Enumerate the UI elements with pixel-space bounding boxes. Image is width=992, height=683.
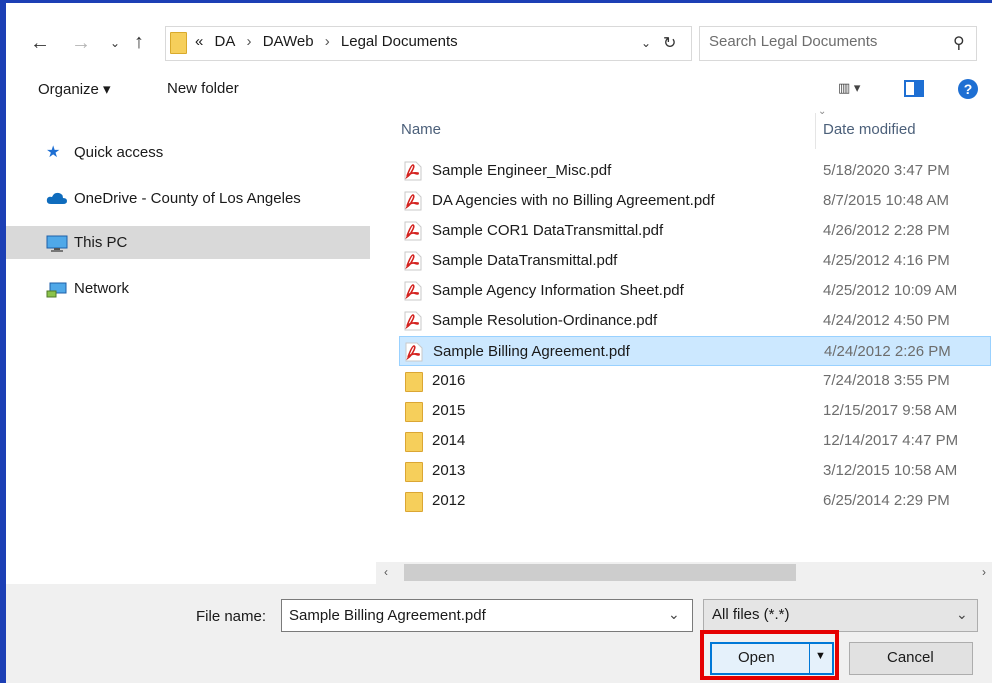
folder-icon <box>170 32 187 54</box>
file-name-cell: 2012 <box>432 492 466 509</box>
refresh-icon[interactable]: ↻ <box>663 33 676 53</box>
file-name-cell: 2013 <box>432 462 466 479</box>
help-icon[interactable]: ? <box>958 79 978 99</box>
folder-row[interactable]: 2015 12/15/2017 9:58 AM <box>399 396 991 426</box>
file-row[interactable]: Sample Agency Information Sheet.pdf 4/25/… <box>399 276 991 306</box>
star-icon: ★ <box>46 144 61 161</box>
network-icon <box>46 281 67 298</box>
date-modified-cell: 7/24/2018 3:55 PM <box>823 372 950 389</box>
file-type-dropdown-chevron-icon[interactable]: ⌄ <box>956 606 968 623</box>
cloud-icon <box>46 191 67 207</box>
date-modified-cell: 12/14/2017 4:47 PM <box>823 432 959 449</box>
up-arrow-icon[interactable]: ↑ <box>134 32 144 52</box>
date-modified-cell: 4/24/2012 2:26 PM <box>824 343 951 360</box>
nav-item-label: This PC <box>74 234 128 251</box>
folder-icon <box>405 402 423 422</box>
preview-pane-icon[interactable] <box>904 80 924 97</box>
pdf-file-icon <box>404 251 422 271</box>
file-name-cell: 2015 <box>432 402 466 419</box>
file-row[interactable]: Sample Billing Agreement.pdf 4/24/2012 2:… <box>399 336 991 366</box>
organize-button[interactable]: Organize ▾ <box>38 80 111 98</box>
breadcrumb-da[interactable]: DA <box>215 33 236 50</box>
nav-item-network[interactable]: Network <box>6 272 370 305</box>
file-row[interactable]: Sample Resolution-Ordinance.pdf 4/24/2012… <box>399 306 991 336</box>
date-modified-cell: 8/7/2015 10:48 AM <box>823 192 949 209</box>
file-name-cell: Sample Engineer_Misc.pdf <box>432 162 612 179</box>
address-dropdown-chevron-icon[interactable]: ⌄ <box>641 36 651 50</box>
pdf-file-icon <box>404 191 422 211</box>
file-name-cell: Sample Agency Information Sheet.pdf <box>432 282 684 299</box>
date-modified-cell: 6/25/2014 2:29 PM <box>823 492 950 509</box>
new-folder-button[interactable]: New folder <box>167 80 239 97</box>
breadcrumb: « DA › DAWeb › Legal Documents <box>195 33 465 50</box>
nav-item-label: OneDrive - County of Los Angeles <box>74 190 301 207</box>
folder-row[interactable]: 2014 12/14/2017 4:47 PM <box>399 426 991 456</box>
date-modified-cell: 12/15/2017 9:58 AM <box>823 402 958 419</box>
date-modified-cell: 4/25/2012 10:09 AM <box>823 282 958 299</box>
breadcrumb-daweb[interactable]: DAWeb <box>263 33 314 50</box>
breadcrumb-legal-documents[interactable]: Legal Documents <box>341 33 458 50</box>
scrollbar-thumb[interactable] <box>404 564 796 581</box>
file-name-label: File name: <box>196 608 267 625</box>
breadcrumb-overflow[interactable]: « <box>195 33 203 50</box>
breadcrumb-separator: › <box>324 33 330 50</box>
pdf-file-icon <box>404 311 422 331</box>
nav-item-label: Quick access <box>74 144 164 161</box>
view-options-icon[interactable]: ▥ ▾ <box>838 80 860 96</box>
pdf-file-icon <box>404 281 422 301</box>
folder-icon <box>405 372 423 392</box>
date-modified-cell: 4/24/2012 4:50 PM <box>823 312 950 329</box>
search-icon[interactable]: ⚲ <box>953 33 965 53</box>
nav-item-onedrive[interactable]: OneDrive - County of Los Angeles <box>6 182 370 215</box>
folder-row[interactable]: 2012 6/25/2014 2:29 PM <box>399 486 991 516</box>
date-modified-cell: 5/18/2020 3:47 PM <box>823 162 950 179</box>
forward-arrow-icon[interactable]: → <box>71 33 91 53</box>
sort-indicator-icon: ⌄ <box>818 106 827 117</box>
folder-row[interactable]: 2016 7/24/2018 3:55 PM <box>399 366 991 396</box>
date-modified-cell: 4/26/2012 2:28 PM <box>823 222 950 239</box>
recent-locations-chevron-icon[interactable]: ⌄ <box>110 33 120 53</box>
column-divider[interactable] <box>815 113 816 149</box>
file-name-cell: 2014 <box>432 432 466 449</box>
file-type-value[interactable]: All files (*.*) <box>712 606 790 623</box>
file-name-cell: Sample COR1 DataTransmittal.pdf <box>432 222 664 239</box>
window-frame-top <box>0 0 992 3</box>
file-name-dropdown-chevron-icon[interactable]: ⌄ <box>668 606 680 623</box>
column-header-name[interactable]: Name <box>401 121 441 138</box>
scroll-left-icon[interactable]: ‹ <box>384 565 388 579</box>
folder-icon <box>405 492 423 512</box>
pdf-file-icon <box>404 221 422 241</box>
monitor-icon <box>46 235 68 252</box>
folder-icon <box>405 432 423 452</box>
highlight-annotation-box <box>700 630 839 680</box>
pdf-file-icon <box>404 161 422 181</box>
nav-item-label: Network <box>74 280 130 297</box>
file-name-cell: Sample Billing Agreement.pdf <box>433 343 630 360</box>
folder-icon <box>405 462 423 482</box>
breadcrumb-separator: › <box>246 33 252 50</box>
file-name-cell: 2016 <box>432 372 466 389</box>
search-placeholder: Search Legal Documents <box>709 33 878 50</box>
file-name-cell: Sample DataTransmittal.pdf <box>432 252 618 269</box>
back-arrow-icon[interactable]: ← <box>30 33 50 53</box>
pdf-file-icon <box>405 342 423 362</box>
file-row[interactable]: Sample DataTransmittal.pdf 4/25/2012 4:16… <box>399 246 991 276</box>
file-row[interactable]: Sample Engineer_Misc.pdf 5/18/2020 3:47 P… <box>399 156 991 186</box>
file-name-cell: Sample Resolution-Ordinance.pdf <box>432 312 658 329</box>
scroll-right-icon[interactable]: › <box>982 565 986 579</box>
date-modified-cell: 4/25/2012 4:16 PM <box>823 252 950 269</box>
nav-item-quick-access[interactable]: ★ Quick access <box>6 136 370 169</box>
file-row[interactable]: DA Agencies with no Billing Agreement.pd… <box>399 186 991 216</box>
file-name-cell: DA Agencies with no Billing Agreement.pd… <box>432 192 715 209</box>
nav-item-this-pc[interactable]: This PC <box>6 226 370 259</box>
folder-row[interactable]: 2013 3/12/2015 10:58 AM <box>399 456 991 486</box>
file-row[interactable]: Sample COR1 DataTransmittal.pdf 4/26/2012… <box>399 216 991 246</box>
cancel-button-label[interactable]: Cancel <box>887 649 934 666</box>
column-header-date-modified[interactable]: Date modified <box>823 121 916 138</box>
date-modified-cell: 3/12/2015 10:58 AM <box>823 462 958 479</box>
file-name-value[interactable]: Sample Billing Agreement.pdf <box>289 607 486 624</box>
navigation-pane <box>6 108 376 584</box>
